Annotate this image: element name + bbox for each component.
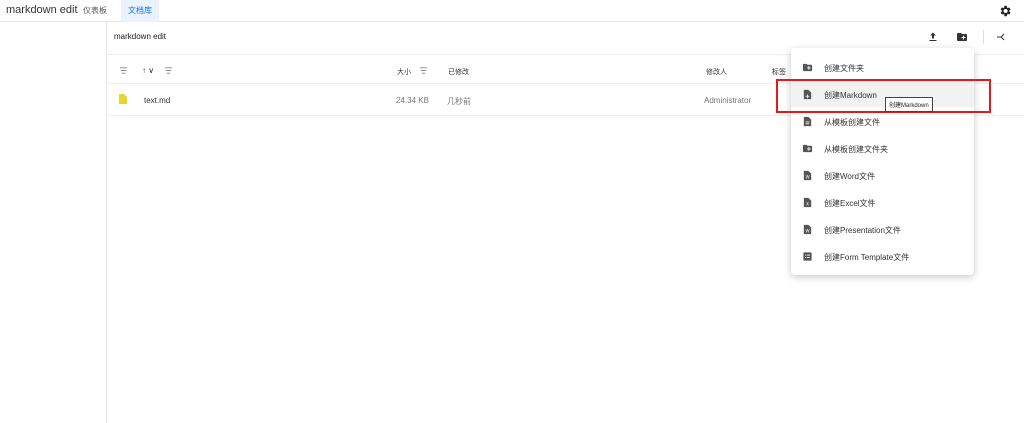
toolbar-divider (983, 30, 984, 44)
menu-item-create-word[interactable]: W 创建Word文件 (791, 162, 974, 188)
menu-item-label: 创建文件夹 (824, 64, 864, 73)
menu-item-create-form-template[interactable]: 创建Form Template文件 (791, 243, 974, 269)
filter-icon[interactable] (119, 66, 128, 75)
size-filter-icon[interactable] (419, 66, 428, 75)
file-icon (119, 94, 127, 104)
menu-item-label: 创建Presentation文件 (824, 226, 901, 235)
menu-item-label: 从模板创建文件 (824, 118, 880, 127)
menu-item-label: 从模板创建文件夹 (824, 145, 888, 154)
menu-item-create-excel[interactable]: X 创建Excel文件 (791, 189, 974, 215)
template-file-icon (803, 116, 812, 127)
file-modified-by: Administrator (704, 96, 752, 105)
new-folder-icon[interactable] (956, 31, 968, 43)
menu-item-label: 创建Form Template文件 (824, 253, 910, 262)
name-filter-icon[interactable] (164, 66, 173, 75)
menu-item-create-folder[interactable]: 创建文件夹 (791, 54, 974, 80)
column-tags[interactable]: 标签 (772, 67, 786, 77)
svg-text:W: W (805, 174, 809, 179)
excel-file-icon: X (803, 197, 812, 208)
upload-icon[interactable] (927, 31, 939, 43)
presentation-file-icon: W (803, 224, 812, 235)
tooltip: 创建Markdown (885, 97, 933, 112)
left-sidebar (0, 22, 107, 423)
tab-document-library[interactable]: 文档库 (121, 0, 159, 22)
file-size: 24.34 KB (396, 96, 429, 105)
column-modified-by[interactable]: 修改人 (706, 67, 727, 77)
menu-item-label: 创建Excel文件 (824, 199, 876, 208)
menu-item-create-presentation[interactable]: W 创建Presentation文件 (791, 216, 974, 242)
file-modified-time: 几秒前 (447, 97, 471, 106)
word-file-icon: W (803, 170, 812, 181)
folder-icon (802, 63, 813, 72)
menu-item-create-folder-from-template[interactable]: 从模板创建文件夹 (791, 135, 974, 161)
sort-toggle-icon[interactable]: ↑ ∨ (142, 66, 154, 75)
settings-gear-icon[interactable] (998, 4, 1012, 18)
column-modified[interactable]: 已修改 (448, 67, 469, 77)
top-bar: markdown edit 仪表板 文档库 (0, 0, 1024, 22)
svg-text:W: W (805, 228, 809, 233)
column-size[interactable]: 大小 (397, 67, 411, 77)
form-template-icon (803, 252, 812, 261)
app-title: markdown edit (6, 4, 78, 16)
svg-text:X: X (806, 201, 809, 206)
file-name[interactable]: text.md (144, 96, 170, 105)
menu-item-label: 创建Word文件 (824, 172, 875, 181)
breadcrumb[interactable]: markdown edit (114, 32, 166, 41)
share-icon[interactable] (995, 31, 1007, 43)
tab-dashboard[interactable]: 仪表板 (76, 0, 114, 22)
highlight-box (776, 79, 991, 113)
template-folder-icon (802, 144, 813, 153)
